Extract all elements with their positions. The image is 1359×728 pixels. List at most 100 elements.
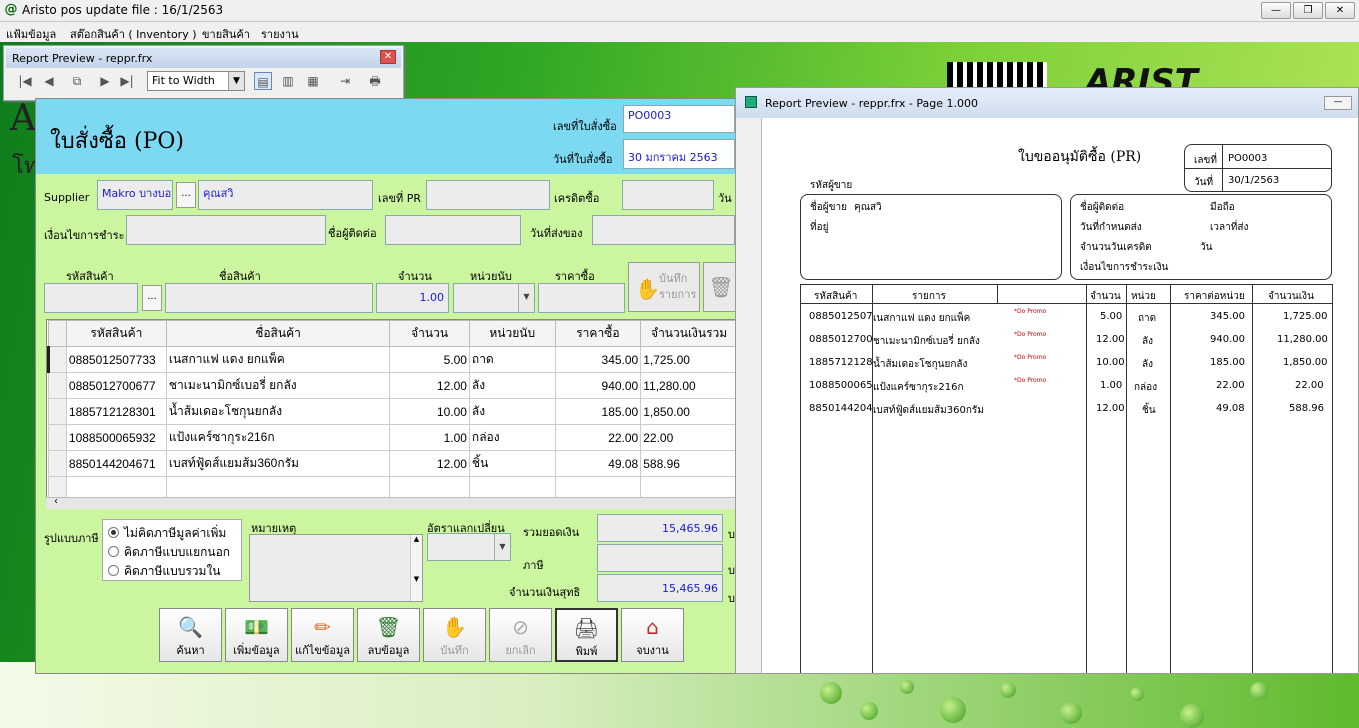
delete-button[interactable]: 🗑 ลบข้อมูล (357, 608, 420, 662)
menu-reports[interactable]: รายงาน (261, 25, 299, 43)
cell-unit[interactable]: ลัง (468, 372, 556, 399)
cell-name[interactable]: เนสกาแฟ แดง ยกแพ็ค (165, 346, 391, 373)
table-row[interactable]: 8850144204671 เบสท์ฟู้ดส์แยมส้ม360กรัม 1… (48, 450, 738, 477)
edit-button[interactable]: ✏ แก้ไขข้อมูล (291, 608, 354, 662)
cell-code[interactable]: 0885012700677 (65, 372, 167, 399)
table-row[interactable]: 1088500065932 แป้งแคร์ซากุระ216ก 1.00 กล… (48, 424, 738, 451)
table-row[interactable]: 0885012700677 ชาเมะนามิกซ์เบอรี่ ยกลัง 1… (48, 372, 738, 399)
exit-preview-icon[interactable]: ⇥ (336, 72, 354, 90)
two-pages-icon[interactable]: ▥ (279, 72, 297, 90)
print-button[interactable]: 🖨 พิมพ์ (555, 608, 618, 662)
contact-field[interactable] (385, 215, 521, 245)
po-number-field[interactable]: PO0003 (623, 105, 735, 133)
cell-qty[interactable]: 5.00 (389, 346, 470, 373)
tax-option-none[interactable]: ไม่คิดภาษีมูลค่าเพิ่ม (108, 524, 226, 543)
copy-pages-icon[interactable]: ⧉ (68, 72, 86, 90)
entry-code-field[interactable] (44, 283, 138, 313)
product-lookup-button[interactable]: ... (142, 285, 162, 311)
cell-unit[interactable]: ถาด (468, 346, 556, 373)
next-page-icon[interactable]: ▶ (96, 72, 114, 90)
notes-scrollbar[interactable]: ▲ ▼ (410, 535, 422, 601)
restore-button[interactable]: ❐ (1293, 2, 1323, 19)
cell-code[interactable]: 1088500065932 (65, 424, 167, 451)
menu-sales[interactable]: ขายสินค้า (202, 25, 250, 43)
cell-name[interactable]: เบสท์ฟู้ดส์แยมส้ม360กรัม (165, 450, 391, 477)
notes-textarea[interactable]: ▲ ▼ (249, 534, 423, 602)
save-button[interactable]: ✋ บันทึก (423, 608, 486, 662)
cell-name[interactable]: แป้งแคร์ซากุระ216ก (165, 424, 391, 451)
minimize-button[interactable]: — (1261, 2, 1291, 19)
save-line-button[interactable]: ✋ บันทึก รายการ (628, 262, 700, 312)
cell-code[interactable]: 8850144204671 (65, 450, 167, 477)
cell-qty[interactable]: 10.00 (389, 398, 470, 425)
close-button[interactable]: ✕ (1325, 2, 1355, 19)
cell-name[interactable]: น้ำส้มเดอะโชกุนยกลัง (165, 398, 391, 425)
grid-header-price[interactable]: ราคาซื้อ (554, 320, 642, 347)
exchange-rate-select[interactable]: ▼ (427, 533, 511, 561)
cancel-button[interactable]: ⊘ ยกเลิก (489, 608, 552, 662)
zoom-select[interactable]: Fit to Width ▼ (147, 71, 245, 91)
delivery-date-field[interactable] (592, 215, 735, 245)
po-date-field[interactable]: 30 มกราคม 2563 (623, 139, 735, 169)
cell-unit[interactable]: ชิ้น (468, 450, 556, 477)
row-selector[interactable] (47, 346, 67, 373)
chevron-left-icon[interactable]: ‹ (54, 496, 58, 507)
row-selector[interactable] (48, 372, 67, 399)
cell-price[interactable]: 185.00 (554, 398, 642, 425)
supplier-lookup-button[interactable]: ... (176, 182, 196, 208)
entry-qty-field[interactable]: 1.00 (376, 283, 449, 313)
preview-minimize-button[interactable]: — (1324, 96, 1352, 110)
cell-price[interactable]: 940.00 (554, 372, 642, 399)
entry-price-field[interactable] (538, 283, 625, 313)
cell-name[interactable]: ชาเมะนามิกซ์เบอรี่ ยกลัง (165, 372, 391, 399)
row-selector[interactable] (48, 424, 67, 451)
multi-pages-icon[interactable]: ▦ (304, 72, 322, 90)
tax-field[interactable] (597, 544, 723, 572)
cell-code[interactable]: 1885712128301 (65, 398, 167, 425)
credit-field[interactable] (622, 180, 714, 210)
net-field[interactable]: 15,465.96 (597, 574, 723, 602)
cell-code[interactable]: 0885012507733 (65, 346, 167, 373)
grid-header-unit[interactable]: หน่วยนับ (468, 320, 556, 347)
pr-number-field[interactable] (426, 180, 550, 210)
tax-option-exclusive[interactable]: คิดภาษีแบบแยกนอก (108, 543, 230, 562)
cell-amount[interactable]: 1,850.00 (640, 398, 738, 425)
menu-file[interactable]: แฟ้มข้อมูล (6, 25, 56, 43)
table-row[interactable]: 0885012507733 เนสกาแฟ แดง ยกแพ็ค 5.00 ถา… (47, 346, 738, 373)
cell-qty[interactable]: 12.00 (389, 450, 470, 477)
supplier-name-field[interactable]: คุณสวิ (198, 180, 373, 210)
table-row[interactable]: 1885712128301 น้ำส้มเดอะโชกุนยกลัง 10.00… (48, 398, 738, 425)
grid-header-amount[interactable]: จำนวนเงินรวม (640, 320, 738, 347)
entry-name-field[interactable] (165, 283, 373, 313)
row-selector[interactable] (48, 450, 67, 477)
add-button[interactable]: 💵 เพิ่มข้อมูล (225, 608, 288, 662)
last-page-icon[interactable]: ▶| (118, 72, 136, 90)
cell-price[interactable]: 345.00 (554, 346, 642, 373)
first-page-icon[interactable]: |◀ (16, 72, 34, 90)
cell-qty[interactable]: 1.00 (389, 424, 470, 451)
cell-qty[interactable]: 12.00 (389, 372, 470, 399)
cell-unit[interactable]: ลัง (468, 398, 556, 425)
close-icon[interactable]: ✕ (380, 50, 396, 64)
menu-inventory[interactable]: สต๊อกสินค้า ( Inventory ) (70, 25, 197, 43)
tax-option-inclusive[interactable]: คิดภาษีแบบรวมใน (108, 562, 221, 581)
prev-page-icon[interactable]: ◀ (40, 72, 58, 90)
row-selector[interactable] (48, 398, 67, 425)
total-field[interactable]: 15,465.96 (597, 514, 723, 542)
grid-horizontal-scrollbar[interactable]: ‹ (46, 496, 739, 509)
print-icon[interactable]: 🖶 (366, 72, 384, 90)
entry-unit-select[interactable]: ▼ (453, 283, 535, 313)
single-page-icon[interactable]: ▤ (254, 72, 272, 90)
cell-amount[interactable]: 1,725.00 (640, 346, 738, 373)
payment-terms-field[interactable] (126, 215, 326, 245)
cell-price[interactable]: 49.08 (554, 450, 642, 477)
grid-header-name[interactable]: ชื่อสินค้า (165, 320, 391, 347)
grid-header-qty[interactable]: จำนวน (389, 320, 470, 347)
search-button[interactable]: 🔍 ค้นหา (159, 608, 222, 662)
cell-amount[interactable]: 22.00 (640, 424, 738, 451)
exit-button[interactable]: ⌂ จบงาน (621, 608, 684, 662)
cell-price[interactable]: 22.00 (554, 424, 642, 451)
cell-amount[interactable]: 588.96 (640, 450, 738, 477)
supplier-code-field[interactable]: Makro บางบอน (97, 180, 173, 210)
delete-line-button[interactable]: 🗑 (703, 262, 739, 312)
